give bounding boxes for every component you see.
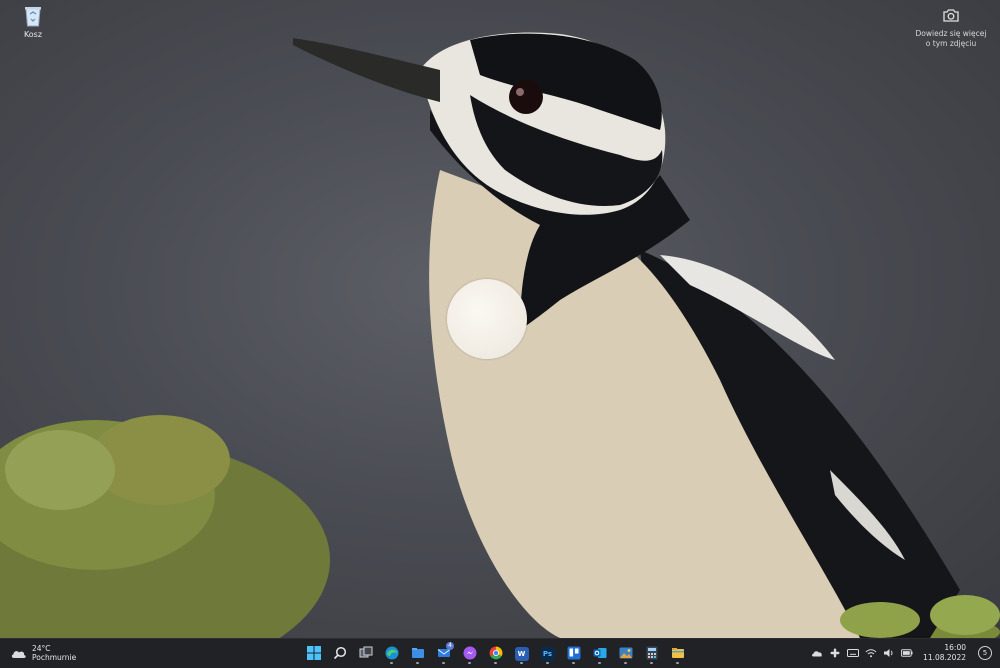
taskbar-file-explorer-button[interactable] — [667, 643, 688, 664]
taskbar-trello-button[interactable] — [563, 643, 584, 664]
taskbar-word-button[interactable]: W — [511, 643, 532, 664]
search-icon — [333, 646, 347, 662]
taskbar-calculator-button[interactable] — [641, 643, 662, 664]
spotlight-line-2: o tym zdjęciu — [925, 39, 977, 48]
volume-icon[interactable] — [883, 647, 895, 659]
camera-icon — [942, 8, 960, 23]
battery-icon[interactable] — [901, 647, 913, 659]
taskbar-edge-button[interactable] — [381, 643, 402, 664]
spotlight-line-1: Dowiedz się więcej — [915, 29, 987, 38]
task-view-icon — [359, 646, 373, 662]
taskbar-messenger-button[interactable] — [459, 643, 480, 664]
photoshop-icon: Ps — [540, 646, 555, 661]
taskbar-search-button[interactable] — [329, 643, 350, 664]
recycle-bin-icon — [22, 4, 44, 28]
word-icon: W — [514, 646, 529, 661]
file-explorer-icon — [671, 646, 685, 662]
slack-icon[interactable] — [829, 647, 841, 659]
desktop-icon-label: Kosz — [23, 30, 43, 39]
weather-condition: Pochmurnie — [32, 653, 77, 662]
mail-badge: 4 — [446, 642, 454, 650]
taskbar-folder-button[interactable] — [407, 643, 428, 664]
notification-center-button[interactable]: 5 — [978, 646, 992, 660]
taskbar-clock[interactable]: 16:00 11.08.2022 — [923, 643, 966, 663]
cursor-highlight — [447, 279, 527, 359]
desktop-icon-recycle-bin[interactable]: Kosz — [12, 4, 54, 39]
clock-time: 16:00 — [944, 643, 966, 652]
windows-start-icon — [306, 645, 321, 662]
cloud-icon — [10, 647, 27, 659]
weather-temperature: 24°C — [32, 644, 51, 653]
taskbar-task-view-button[interactable] — [355, 643, 376, 664]
keyboard-icon[interactable] — [847, 647, 860, 659]
taskbar-photoshop-button[interactable]: Ps — [537, 643, 558, 664]
edge-icon — [385, 646, 399, 662]
photos-icon — [619, 646, 633, 662]
messenger-icon — [463, 646, 477, 662]
taskbar-apps: 4 W Ps — [303, 642, 688, 664]
chrome-icon — [489, 646, 503, 662]
outlook-icon — [593, 646, 607, 662]
system-tray: 16:00 11.08.2022 5 — [811, 643, 992, 663]
clock-date: 11.08.2022 — [923, 653, 966, 662]
weather-widget[interactable]: 24°C Pochmurnie — [10, 644, 76, 662]
spotlight-learn-more[interactable]: Dowiedz się więcej o tym zdjęciu — [910, 8, 992, 49]
taskbar-mail-button[interactable]: 4 — [433, 642, 454, 664]
trello-icon — [567, 646, 581, 662]
taskbar-outlook-button[interactable] — [589, 643, 610, 664]
taskbar-photos-button[interactable] — [615, 643, 636, 664]
folder-icon — [411, 646, 425, 662]
taskbar: 24°C Pochmurnie 4 W Ps 16:00 11.08.2022 … — [0, 638, 1000, 668]
wifi-icon[interactable] — [865, 647, 877, 659]
taskbar-start-button[interactable] — [303, 643, 324, 664]
calculator-icon — [645, 646, 659, 662]
taskbar-chrome-button[interactable] — [485, 643, 506, 664]
onedrive-icon[interactable] — [811, 647, 823, 659]
